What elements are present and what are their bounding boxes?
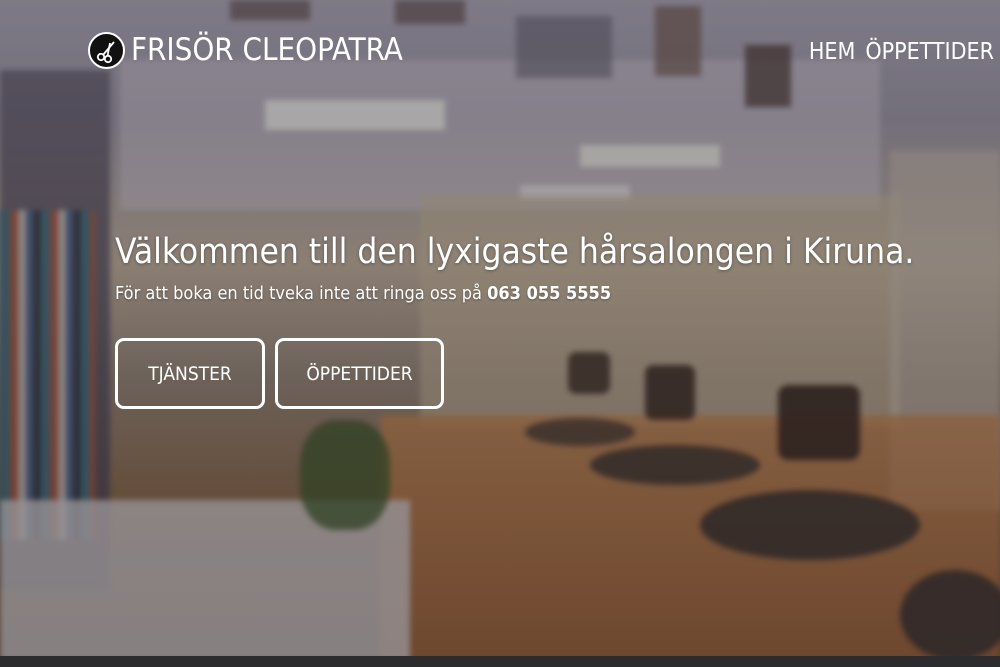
booking-text: För att boka en tid tveka inte att ringa… <box>115 283 482 304</box>
hero-subline: För att boka en tid tveka inte att ringa… <box>115 282 975 306</box>
hero-headline: Välkommen till den lyxigaste hårsalongen… <box>115 232 915 272</box>
nav-link-opening-hours[interactable]: ÖPPETTIDER <box>865 38 994 66</box>
nav-link-home[interactable]: HEM <box>809 38 856 66</box>
hero-content: Välkommen till den lyxigaste hårsalongen… <box>115 230 975 306</box>
brand-link[interactable]: FRISÖR CLEOPATRA <box>88 32 403 69</box>
navbar: FRISÖR CLEOPATRA HEM ÖPPETTIDER <box>0 0 1000 100</box>
footer-strip <box>0 656 1000 667</box>
phone-number[interactable]: 063 055 5555 <box>487 283 611 304</box>
opening-hours-button[interactable]: ÖPPETTIDER <box>275 338 444 409</box>
brand-name: FRISÖR CLEOPATRA <box>131 32 403 68</box>
scissors-icon <box>88 32 125 69</box>
services-button[interactable]: TJÄNSTER <box>115 338 265 409</box>
main-nav: HEM ÖPPETTIDER <box>809 38 994 66</box>
hero-buttons: TJÄNSTER ÖPPETTIDER <box>115 338 444 409</box>
